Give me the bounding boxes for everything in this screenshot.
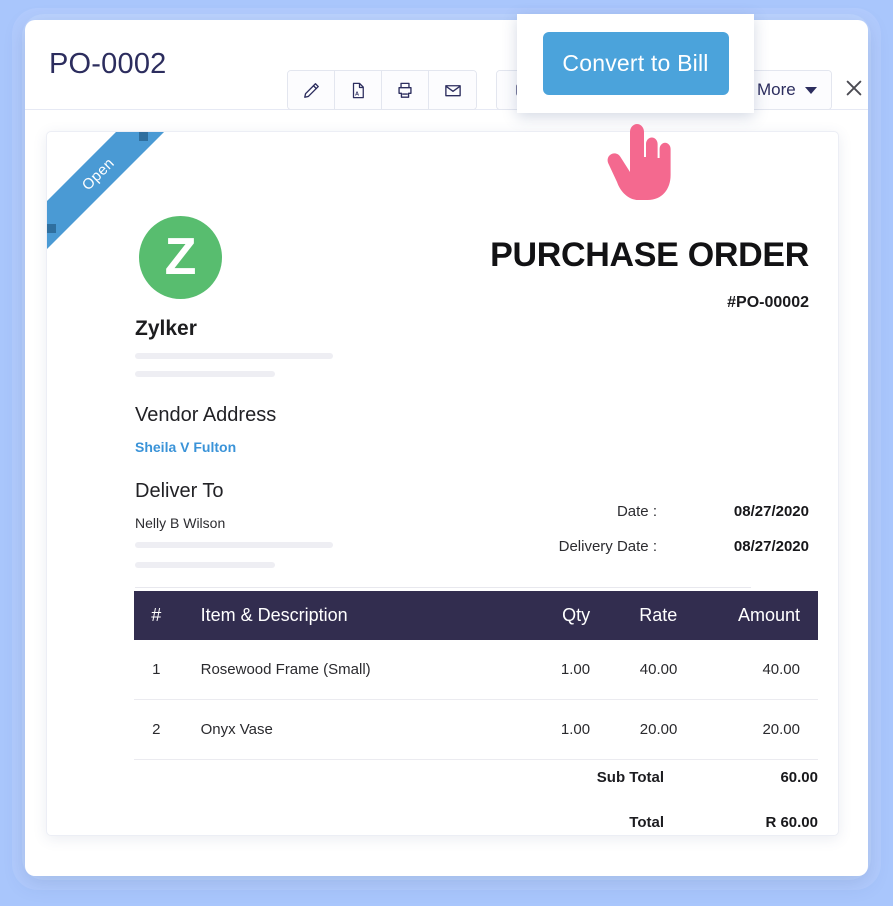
convert-to-bill-popup: Convert to Bill [517,14,754,113]
subtotal-row: Sub Total 60.00 [510,769,818,786]
subtotal-value: 60.00 [780,769,818,786]
pointing-hand-cursor [604,118,676,202]
envelope-icon [443,81,463,100]
row-rate: 20.00 [590,699,684,760]
toolbar-main-group: A [287,70,477,110]
vendor-name-link[interactable]: Sheila V Fulton [135,439,236,455]
print-button[interactable] [382,71,429,109]
total-label: Total [629,814,664,831]
more-button-label: More [757,80,796,99]
row-amount: 40.00 [683,640,818,700]
total-row: Total R 60.00 [510,814,818,831]
pencil-icon [302,81,321,100]
deliver-to-heading: Deliver To [135,480,224,502]
pdf-button[interactable]: A [335,71,382,109]
row-rate: 40.00 [590,640,684,700]
convert-to-bill-button[interactable]: Convert to Bill [542,32,729,95]
row-description: Onyx Vase [178,699,510,760]
document-number: #PO-00002 [727,294,809,311]
vendor-address-heading: Vendor Address [135,404,277,426]
deliver-address-placeholder-1 [135,542,333,548]
column-header-rate: Rate [590,591,684,640]
column-header-description: Item & Description [178,591,510,640]
row-qty: 1.00 [509,640,591,700]
document-preview: Open Z Zylker PURCHASE ORDER #PO-00002 V… [46,131,839,836]
chevron-down-icon [804,86,817,94]
ribbon-corner-tab-left [47,224,56,233]
column-header-qty: Qty [509,591,591,640]
company-address-placeholder-2 [135,371,275,377]
delivery-date-label: Delivery Date : [558,538,657,555]
delivery-date-row: Delivery Date : 08/27/2020 [513,538,809,555]
company-address-placeholder-1 [135,353,333,359]
toolbar-more-group: More [742,70,832,110]
printer-icon [395,81,415,100]
deliver-to-name: Nelly B Wilson [135,515,226,531]
page-title: PO-0002 [49,48,167,80]
svg-text:A: A [355,91,359,97]
date-value: 08/27/2020 [733,503,809,520]
status-ribbon-label: Open [47,132,173,253]
total-value: R 60.00 [765,814,818,831]
deliver-address-placeholder-2 [135,562,275,568]
ribbon-corner-tab-top [139,132,148,141]
pdf-file-icon: A [349,81,367,100]
close-button[interactable] [837,73,868,107]
table-row: 1 Rosewood Frame (Small) 1.00 40.00 40.0… [134,640,818,700]
column-header-amount: Amount [683,591,818,640]
more-button[interactable]: More [743,71,831,109]
email-button[interactable] [429,71,476,109]
subtotal-label: Sub Total [596,769,664,786]
date-row: Date : 08/27/2020 [513,503,809,520]
line-items-table: # Item & Description Qty Rate Amount 1 R… [134,591,818,760]
row-amount: 20.00 [683,699,818,760]
document-title: PURCHASE ORDER [490,236,809,274]
company-name: Zylker [135,317,197,340]
row-num: 1 [134,640,179,700]
purchase-order-window: PO-0002 A More Open Z Zylker PURCHASE OR… [25,20,868,876]
table-row: 2 Onyx Vase 1.00 20.00 20.00 [134,699,818,760]
section-divider [135,587,751,588]
column-header-num: # [134,591,179,640]
status-ribbon: Open [47,132,173,258]
row-description: Rosewood Frame (Small) [178,640,510,700]
row-num: 2 [134,699,179,760]
delivery-date-value: 08/27/2020 [733,538,809,555]
close-icon [843,77,865,104]
date-label: Date : [616,503,657,520]
row-qty: 1.00 [509,699,591,760]
table-header-row: # Item & Description Qty Rate Amount [134,591,818,640]
edit-button[interactable] [288,71,335,109]
